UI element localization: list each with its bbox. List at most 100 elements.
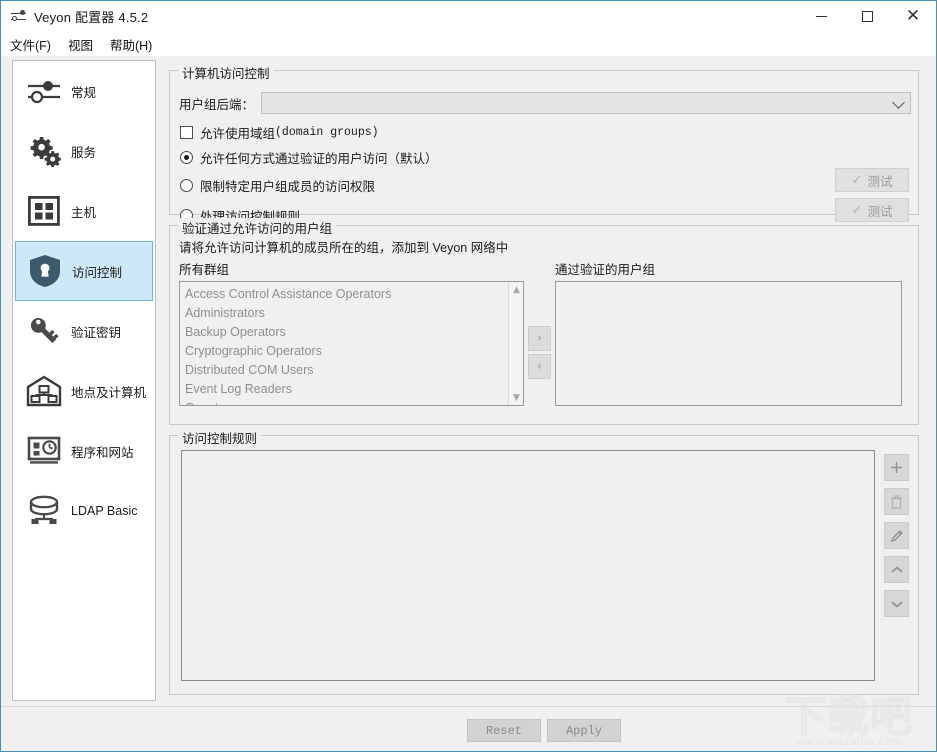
add-rule-button[interactable]: [884, 454, 909, 481]
close-button[interactable]: ✕: [890, 1, 936, 32]
window-title: Veyon 配置器 4.5.2: [34, 10, 149, 25]
checkbox-box: [180, 126, 193, 139]
sidebar-item-host[interactable]: 主机: [15, 181, 153, 241]
list-item[interactable]: Cryptographic Operators: [185, 342, 507, 361]
group-title: 验证通过允许访问的用户组: [178, 218, 337, 237]
all-groups-label: 所有群组: [179, 263, 230, 277]
sidebar-item-programs-websites[interactable]: 程序和网站: [15, 421, 153, 481]
title-bar: Veyon 配置器 4.5.2 ✕: [1, 1, 936, 32]
authorized-user-groups-group: 验证通过允许访问的用户组 请将允许访问计算机的成员所在的组，添加到 Veyon …: [169, 218, 919, 425]
veyon-configurator-window: Veyon 配置器 4.5.2 ✕ 文件(F) 视图 帮助(H) 常规 服务 主…: [0, 0, 937, 752]
sidebar-item-label: 程序和网站: [71, 445, 134, 460]
sidebar: 常规 服务 主机 访问控制 验证密钥 地点及计算机 程序和网站 LDAP Bas…: [12, 60, 156, 701]
edit-rule-button[interactable]: [884, 522, 909, 549]
radio-label: 限制特定用户组成员的访问权限: [200, 180, 376, 194]
all-groups-scrollbar[interactable]: ▲ ▼: [508, 282, 523, 405]
sidebar-item-label: 常规: [71, 85, 97, 100]
checkbox-label-mono: (domain groups): [275, 126, 379, 139]
radio-allow-any-authenticated[interactable]: 允许任何方式通过验证的用户访问（默认）: [180, 148, 438, 167]
menu-file[interactable]: 文件(F): [10, 33, 60, 56]
authorized-groups-label: 通过验证的用户组: [555, 263, 656, 277]
key-icon: [23, 310, 65, 352]
sidebar-item-general[interactable]: 常规: [15, 61, 153, 121]
database-icon: [23, 490, 65, 532]
grid-window-icon: [23, 190, 65, 232]
list-item[interactable]: Guests: [185, 399, 507, 405]
test-button-label: 测试: [867, 174, 893, 189]
radio-box: [180, 151, 193, 164]
test-button-label: 测试: [867, 204, 893, 219]
remove-group-button[interactable]: ‹: [528, 354, 551, 379]
sidebar-item-authentication-keys[interactable]: 验证密钥: [15, 301, 153, 361]
close-icon: ✕: [905, 6, 921, 26]
sidebar-item-label: 地点及计算机: [71, 385, 147, 400]
chevron-down-icon: [890, 600, 903, 608]
maximize-button[interactable]: [844, 1, 890, 32]
user-groups-backend-select[interactable]: [261, 92, 911, 114]
list-item[interactable]: Administrators: [185, 304, 507, 323]
check-icon: ✓: [851, 202, 863, 218]
chevron-right-icon: ›: [536, 331, 543, 346]
scroll-down-icon[interactable]: ▼: [509, 390, 523, 405]
group-title: 计算机访问控制: [178, 63, 274, 82]
app-sliders-icon: [11, 9, 27, 25]
delete-rule-button[interactable]: [884, 488, 909, 515]
radio-restrict-to-groups[interactable]: 限制特定用户组成员的访问权限: [180, 176, 375, 195]
scroll-up-icon[interactable]: ▲: [509, 282, 523, 297]
sidebar-item-access-control[interactable]: 访问控制: [15, 241, 153, 301]
computer-access-control-group: 计算机访问控制 用户组后端： 允许使用域组 (domain groups) 允许任…: [169, 63, 919, 224]
shield-lock-icon: [24, 250, 66, 292]
pencil-icon: [890, 529, 903, 542]
footer-bar: Reset Apply: [1, 706, 936, 751]
trash-icon: [891, 494, 902, 509]
gears-icon: [23, 130, 65, 172]
sliders-icon: [23, 70, 65, 112]
sidebar-item-label: LDAP Basic: [71, 504, 138, 518]
main-panel: 计算机访问控制 用户组后端： 允许使用域组 (domain groups) 允许任…: [169, 60, 925, 701]
sidebar-item-locations-computers[interactable]: 地点及计算机: [15, 361, 153, 421]
all-groups-list[interactable]: Access Control Assistance Operators Admi…: [179, 281, 524, 406]
reset-button[interactable]: Reset: [467, 719, 541, 742]
screen-clock-icon: [23, 430, 65, 472]
list-item[interactable]: Backup Operators: [185, 323, 507, 342]
test-restrict-groups-button[interactable]: ✓ 测试: [835, 168, 909, 192]
plus-icon: [891, 462, 902, 473]
add-group-button[interactable]: ›: [528, 326, 551, 351]
authorized-groups-list[interactable]: [555, 281, 902, 406]
apply-button[interactable]: Apply: [547, 719, 621, 742]
menu-view[interactable]: 视图: [68, 33, 102, 56]
list-item[interactable]: Distributed COM Users: [185, 361, 507, 380]
menu-help[interactable]: 帮助(H): [110, 33, 161, 56]
house-computers-icon: [23, 370, 65, 412]
list-item[interactable]: Event Log Readers: [185, 380, 507, 399]
backend-label: 用户组后端：: [179, 97, 255, 112]
minimize-button[interactable]: [798, 1, 844, 32]
radio-box: [180, 179, 193, 192]
checkbox-label: 允许使用域组: [200, 127, 276, 141]
move-rule-down-button[interactable]: [884, 590, 909, 617]
user-groups-backend-row: 用户组后端：: [179, 92, 911, 114]
chevron-up-icon: [890, 565, 903, 573]
access-rules-table[interactable]: [181, 450, 875, 681]
authorized-groups-hint: 请将允许访问计算机的成员所在的组，添加到 Veyon 网络中: [179, 241, 509, 255]
move-rule-up-button[interactable]: [884, 556, 909, 583]
allow-domain-groups-checkbox[interactable]: 允许使用域组 (domain groups): [180, 123, 379, 142]
sidebar-item-label: 验证密钥: [71, 325, 122, 340]
sidebar-item-ldap-basic[interactable]: LDAP Basic: [15, 481, 153, 541]
minimize-icon: [815, 16, 827, 17]
sidebar-item-label: 服务: [71, 145, 97, 160]
body-container: 常规 服务 主机 访问控制 验证密钥 地点及计算机 程序和网站 LDAP Bas…: [1, 56, 936, 706]
sidebar-item-label: 主机: [71, 205, 97, 220]
list-item[interactable]: Access Control Assistance Operators: [185, 285, 507, 304]
menu-bar: 文件(F) 视图 帮助(H): [1, 32, 936, 56]
chevron-left-icon: ‹: [536, 359, 543, 374]
radio-label: 允许任何方式通过验证的用户访问（默认）: [200, 152, 438, 166]
sidebar-item-label: 访问控制: [72, 265, 123, 280]
maximize-icon: [861, 11, 873, 22]
access-control-rules-group: 访问控制规则: [169, 428, 919, 695]
check-icon: ✓: [851, 172, 863, 188]
chevron-down-icon: [892, 96, 905, 109]
sidebar-item-service[interactable]: 服务: [15, 121, 153, 181]
group-title: 访问控制规则: [178, 428, 262, 447]
test-process-rules-button[interactable]: ✓ 测试: [835, 198, 909, 222]
